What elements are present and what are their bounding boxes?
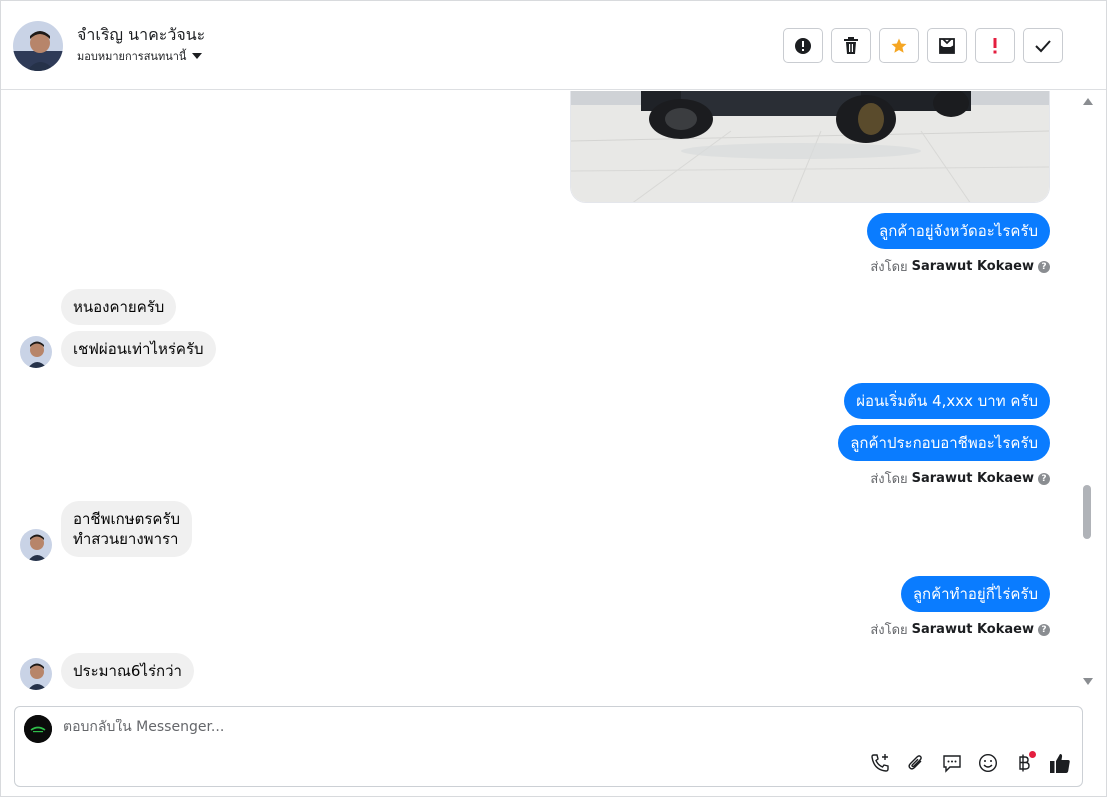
reply-composer [14,706,1083,787]
conversation-header: จำเริญ นาคะวัจนะ มอบหมายการสนทนานี้ [1,1,1106,90]
notification-dot [1029,751,1036,758]
sent-by-agent: Sarawut Kokaew [911,622,1034,637]
sent-by-prefix: ส่งโดย [870,623,908,638]
mark-done-button[interactable] [1023,28,1063,63]
help-icon[interactable]: ? [1038,260,1050,273]
reply-input[interactable] [63,719,843,735]
scroll-up-arrow-icon[interactable] [1083,98,1093,105]
sent-by-label: ส่งโดย Sarawut Kokaew ? [870,468,1050,489]
page-avatar [24,715,52,743]
thumbs-up-icon [1050,754,1070,773]
contact-avatar-small [20,658,52,690]
emoji-button[interactable] [976,751,1000,775]
contact-avatar-small [20,529,52,561]
like-button[interactable] [1048,751,1072,775]
messenger-window: จำเริญ นาคะวัจนะ มอบหมายการสนทนานี้ ลูกค… [0,0,1107,797]
saved-replies-button[interactable] [940,751,964,775]
attach-button[interactable] [904,751,928,775]
sent-by-agent: Sarawut Kokaew [911,259,1034,274]
phone-plus-icon [871,754,889,772]
contact-name: จำเริญ นาคะวัจนะ [77,25,206,44]
important-button[interactable] [975,28,1015,63]
message-incoming[interactable]: เชฟผ่อนเท่าไหร่ครับ [61,331,216,367]
sent-by-agent: Sarawut Kokaew [911,471,1034,486]
thread-scrollbar[interactable] [1081,91,1095,695]
spam-button[interactable] [783,28,823,63]
check-icon [1035,39,1051,52]
contact-avatar-small [20,336,52,368]
scroll-thumb[interactable] [1083,485,1091,539]
assign-conversation-dropdown[interactable]: มอบหมายการสนทนานี้ [77,47,203,65]
message-outgoing[interactable]: ลูกค้าทำอยู่กี่ไร่ครับ [900,576,1050,612]
scroll-down-arrow-icon[interactable] [1083,678,1093,685]
header-actions [783,28,1063,63]
sent-by-label: ส่งโดย Sarawut Kokaew ? [870,256,1050,277]
emoji-icon [978,753,998,773]
mark-unread-button[interactable] [927,28,967,63]
sent-by-prefix: ส่งโดย [870,260,908,275]
message-incoming[interactable]: อาชีพเกษตรครับ ทำสวนยางพารา [61,501,193,557]
message-incoming[interactable]: หนองคายครับ [61,289,177,325]
star-button[interactable] [879,28,919,63]
help-icon[interactable]: ? [1038,472,1050,485]
trash-icon [844,37,858,54]
sent-by-label: ส่งโดย Sarawut Kokaew ? [870,619,1050,640]
sent-by-prefix: ส่งโดย [870,472,908,487]
message-incoming[interactable]: ประมาณ6ไร่กว่า [61,653,194,689]
message-line: ทำสวนยางพารา [73,530,179,548]
chat-bubble-icon [943,755,961,773]
composer-tools [868,751,1072,775]
star-icon [891,38,907,53]
paperclip-icon [908,755,922,770]
assign-label: มอบหมายการสนทนานี้ [77,50,187,63]
alert-circle-icon [795,37,811,54]
message-thread: ลูกค้าอยู่จังหวัดอะไรครับ ส่งโดย Sarawut… [1,91,1079,695]
mail-icon [939,37,955,54]
help-icon[interactable]: ? [1038,623,1050,636]
delete-button[interactable] [831,28,871,63]
message-outgoing[interactable]: ลูกค้าประกอบอาชีพอะไรครับ [838,425,1050,461]
shared-photo[interactable] [570,91,1050,203]
message-outgoing[interactable]: ผ่อนเริ่มต้น 4,xxx บาท ครับ [844,383,1050,419]
contact-avatar[interactable] [13,21,63,71]
exclamation-icon [993,37,997,53]
message-line: อาชีพเกษตรครับ [73,510,181,528]
call-button[interactable] [868,751,892,775]
payment-button[interactable] [1012,751,1036,775]
caret-down-icon [192,53,203,59]
message-outgoing[interactable]: ลูกค้าอยู่จังหวัดอะไรครับ [867,213,1050,249]
